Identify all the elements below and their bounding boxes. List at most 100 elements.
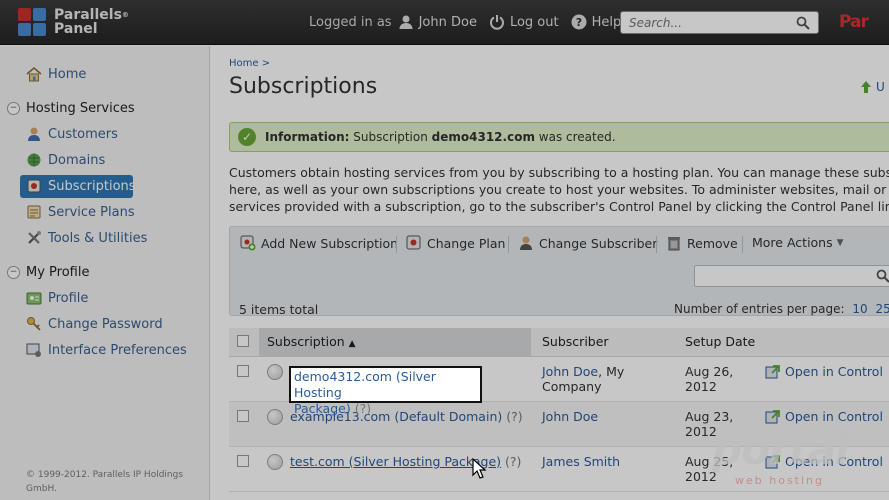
change-subscriber-label: Change Subscriber — [539, 235, 658, 251]
column-label: Subscriber — [542, 334, 609, 350]
breadcrumb: Home > — [229, 58, 270, 69]
help-button[interactable]: ? Help — [571, 14, 621, 30]
parallels-logo[interactable]: Parallels® Panel — [18, 8, 129, 36]
sidebar-item-label: Customers — [48, 126, 118, 142]
status-icon — [267, 363, 283, 380]
help-hint[interactable]: (?) — [355, 401, 371, 416]
page-title: Subscriptions — [229, 74, 378, 99]
row-checkbox[interactable] — [237, 364, 249, 377]
select-all-checkbox[interactable] — [237, 334, 249, 347]
global-search — [620, 11, 819, 34]
row-checkbox[interactable] — [237, 454, 249, 467]
sidebar-item-domains[interactable]: Domains — [26, 152, 105, 168]
breadcrumb-home[interactable]: Home — [229, 58, 259, 69]
info-label: Information: — [265, 130, 350, 144]
sidebar-item-home[interactable]: Home — [26, 66, 86, 82]
intro-line3: services provided with a subscription, g… — [229, 199, 889, 214]
subscriber-link[interactable]: James Smith — [542, 454, 620, 469]
column-subscriber[interactable]: Subscriber — [531, 328, 674, 357]
sidebar-item-interface-preferences[interactable]: Interface Preferences — [26, 342, 187, 358]
sidebar-item-change-password[interactable]: Change Password — [26, 316, 163, 332]
logo-registered: ® — [121, 11, 129, 19]
add-subscription-button[interactable]: Add New Subscription — [240, 235, 398, 251]
profile-card-icon — [26, 292, 42, 305]
change-plan-button[interactable]: Change Plan — [406, 235, 505, 251]
open-control-panel-link[interactable]: Open in Control — [765, 409, 889, 425]
column-setup-date[interactable]: Setup Date — [674, 328, 765, 357]
customer-icon — [28, 127, 40, 141]
subscription-link-plan[interactable]: Package) — [294, 401, 351, 416]
open-panel-icon — [765, 364, 780, 378]
per-page-option[interactable]: 25 — [876, 302, 889, 316]
key-icon — [27, 317, 41, 331]
preferences-icon — [26, 343, 41, 357]
open-panel-icon — [765, 409, 780, 423]
service-plan-icon — [27, 205, 41, 219]
add-subscription-label: Add New Subscription — [261, 235, 399, 251]
up-level-link[interactable]: U — [859, 80, 885, 94]
sidebar-item-label: Profile — [48, 290, 89, 306]
subscription-link[interactable]: demo4312.com (Silver Hosting — [294, 369, 436, 400]
info-message: ✓ Information: Subscription demo4312.com… — [229, 122, 889, 152]
column-label: Subscription — [267, 334, 345, 350]
watermark-logo: portal — [712, 425, 849, 474]
toolbar-separator — [396, 236, 397, 253]
status-icon — [267, 408, 283, 425]
more-actions-button[interactable]: More Actions ▼ — [752, 235, 844, 250]
sidebar-item-label: Change Password — [48, 316, 163, 332]
user-menu[interactable]: John Doe — [398, 14, 477, 30]
parallels-logo-icon — [18, 8, 46, 36]
add-subscription-icon — [240, 235, 256, 251]
highlighted-subscription-link[interactable]: demo4312.com (Silver Hosting Package) (?… — [289, 366, 482, 416]
svg-text:?: ? — [575, 16, 581, 29]
subscription-link[interactable]: test.com (Silver Hosting Package) — [290, 454, 501, 469]
user-icon — [399, 15, 413, 29]
intro-line1: Customers obtain hosting services from y… — [229, 165, 889, 180]
sidebar: Home − Hosting Services Customers Domain… — [0, 46, 210, 500]
sidebar-item-label: Subscriptions — [48, 178, 136, 194]
copyright: © 1999-2012. Parallels IP Holdings GmbH. — [26, 468, 206, 496]
info-text-post: was created. — [538, 130, 616, 144]
collapse-icon: − — [7, 102, 20, 115]
toolbar-separator — [742, 236, 743, 253]
items-total: 5 items total — [239, 302, 319, 317]
sidebar-item-label: Home — [48, 66, 87, 82]
group-my-profile[interactable]: − My Profile — [7, 265, 89, 280]
remove-button[interactable]: Remove — [666, 235, 738, 251]
group-hosting-services[interactable]: − Hosting Services — [7, 101, 135, 116]
domain-icon — [27, 153, 41, 167]
logout-button[interactable]: Log out — [489, 14, 559, 30]
column-label: Setup Date — [685, 334, 756, 350]
mouse-cursor-icon — [472, 458, 487, 479]
subscriber-link[interactable]: John Doe — [542, 364, 598, 379]
collapse-icon: − — [7, 266, 20, 279]
search-icon[interactable] — [796, 16, 810, 30]
sidebar-item-service-plans[interactable]: Service Plans — [26, 204, 135, 220]
sidebar-item-profile[interactable]: Profile — [26, 290, 88, 306]
copyright-line1: © 1999-2012. Parallels IP Holdings — [26, 470, 184, 480]
list-search[interactable] — [694, 265, 889, 287]
intro-line2: here, as well as your own subscriptions … — [229, 182, 889, 197]
help-hint[interactable]: (?) — [506, 409, 522, 424]
help-hint[interactable]: (?) — [505, 454, 521, 469]
change-plan-label: Change Plan — [427, 235, 506, 251]
per-page-option[interactable]: 10 — [852, 302, 867, 316]
sidebar-item-customers[interactable]: Customers — [26, 126, 118, 142]
sidebar-item-subscriptions[interactable]: Subscriptions — [26, 178, 136, 194]
status-icon — [267, 453, 283, 470]
sort-asc-icon: ▲ — [348, 339, 356, 350]
search-icon[interactable] — [876, 269, 889, 283]
sidebar-item-label: Service Plans — [48, 204, 135, 220]
column-subscription[interactable]: Subscription ▲ — [259, 328, 531, 357]
search-input[interactable] — [621, 12, 791, 33]
toolbar-separator — [656, 236, 657, 253]
open-control-panel-link[interactable]: Open in Control — [765, 364, 889, 380]
more-actions-label: More Actions — [752, 235, 833, 250]
tools-icon — [28, 231, 41, 244]
sidebar-item-tools[interactable]: Tools & Utilities — [26, 230, 147, 246]
column-actions — [765, 328, 889, 357]
intro-text: Customers obtain hosting services from y… — [229, 164, 889, 215]
change-subscriber-button[interactable]: Change Subscriber — [518, 235, 657, 251]
row-checkbox[interactable] — [237, 409, 249, 422]
subscriber-link[interactable]: John Doe — [542, 409, 598, 424]
